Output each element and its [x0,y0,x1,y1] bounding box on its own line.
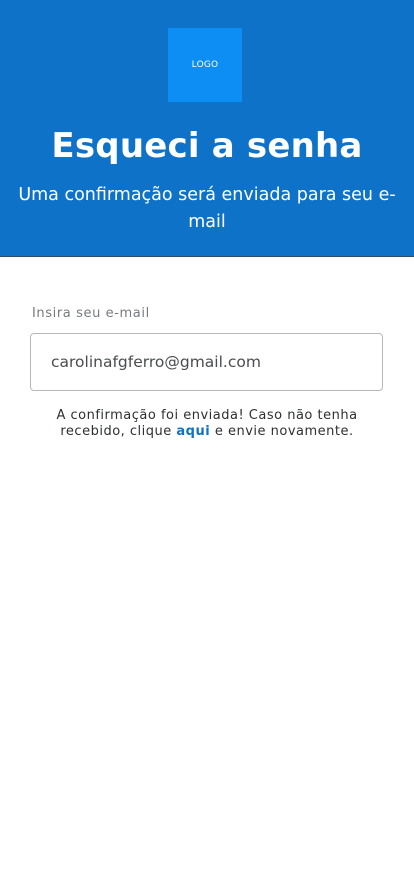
header-banner: LOGO Esqueci a senha Uma confirmação ser… [0,0,414,257]
page-subtitle: Uma confirmação será enviada para seu e-… [18,185,396,232]
resend-link[interactable]: aqui [176,424,210,439]
email-field[interactable] [30,333,383,391]
email-label: Insira seu e-mail [32,306,150,321]
message-text-after: e envie novamente. [210,424,354,439]
confirmation-message: A confirmação foi enviada! Caso não tenh… [30,408,384,440]
logo-text: LOGO [191,60,219,70]
page-title: Esqueci a senha [51,126,363,166]
logo: LOGO [168,28,242,102]
